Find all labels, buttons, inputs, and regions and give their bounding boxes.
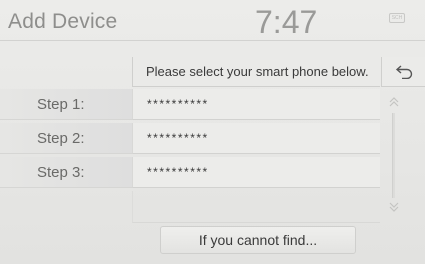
scroll-up-button[interactable] xyxy=(387,95,401,109)
device-list-item[interactable]: ********** xyxy=(132,89,380,120)
status-icon: SCH xyxy=(389,13,405,23)
device-list-item[interactable]: ********** xyxy=(132,123,380,154)
clock: 7:47 xyxy=(255,4,318,40)
add-device-screen: Add Device 7:47 SCH Please select your s… xyxy=(0,0,425,264)
step-labels: Step 1: Step 2: Step 3: xyxy=(0,89,132,191)
instruction-text: Please select your smart phone below. xyxy=(132,57,380,87)
cannot-find-button[interactable]: If you cannot find... xyxy=(160,226,356,254)
chevron-double-down-icon xyxy=(389,202,399,212)
step-label: Step 2: xyxy=(0,123,132,154)
return-arrow-icon xyxy=(395,64,412,79)
device-list: ********** ********** ********** xyxy=(132,89,380,223)
step-label: Step 1: xyxy=(0,89,132,120)
chevron-double-up-icon xyxy=(389,97,399,107)
scroll-down-button[interactable] xyxy=(387,200,401,214)
back-button[interactable] xyxy=(381,57,425,87)
device-list-item[interactable]: ********** xyxy=(132,157,380,188)
empty-list-row xyxy=(132,191,380,223)
scrollbar-track[interactable] xyxy=(392,113,395,198)
screen-title: Add Device xyxy=(8,10,118,33)
step-label: Step 3: xyxy=(0,157,132,188)
header-bar: Add Device 7:47 SCH xyxy=(0,0,425,41)
